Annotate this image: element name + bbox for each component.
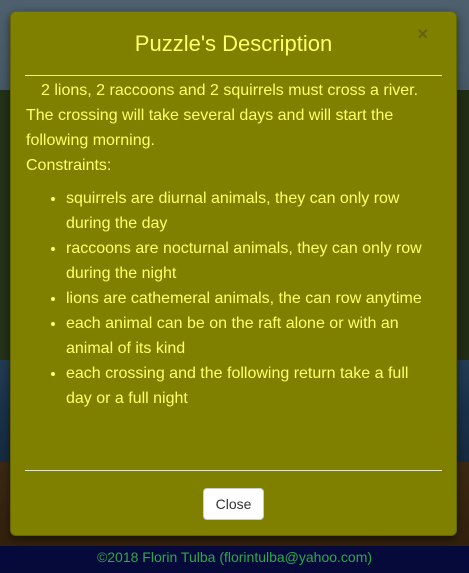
puzzle-intro: 2 lions, 2 raccoons and 2 squirrels must… (26, 82, 419, 149)
page-footer: ©2018 Florin Tulba (florintulba@yahoo.co… (0, 546, 469, 573)
close-icon[interactable]: × (417, 24, 428, 45)
footer-divider (25, 470, 442, 471)
puzzle-description-dialog: Puzzle's Description × 2 lions, 2 raccoo… (10, 11, 457, 536)
dialog-footer: Close (11, 488, 456, 520)
dialog-title: Puzzle's Description (134, 31, 333, 56)
constraint-item: each animal can be on the raft alone or … (66, 311, 436, 361)
constraint-item: lions are cathemeral animals, the can ro… (66, 286, 436, 311)
dialog-body: 2 lions, 2 raccoons and 2 squirrels must… (26, 78, 436, 411)
constraint-item: raccoons are nocturnal animals, they can… (66, 236, 436, 286)
header-divider (25, 75, 442, 76)
constraint-item: squirrels are diurnal animals, they can … (66, 186, 436, 236)
dialog-header: Puzzle's Description × (11, 12, 456, 74)
constraints-label: Constraints: (26, 157, 112, 174)
constraints-list: squirrels are diurnal animals, they can … (26, 186, 436, 411)
close-button[interactable]: Close (202, 488, 265, 520)
constraint-item: each crossing and the following return t… (66, 361, 436, 411)
copyright-text: ©2018 Florin Tulba (florintulba@yahoo.co… (96, 549, 373, 565)
